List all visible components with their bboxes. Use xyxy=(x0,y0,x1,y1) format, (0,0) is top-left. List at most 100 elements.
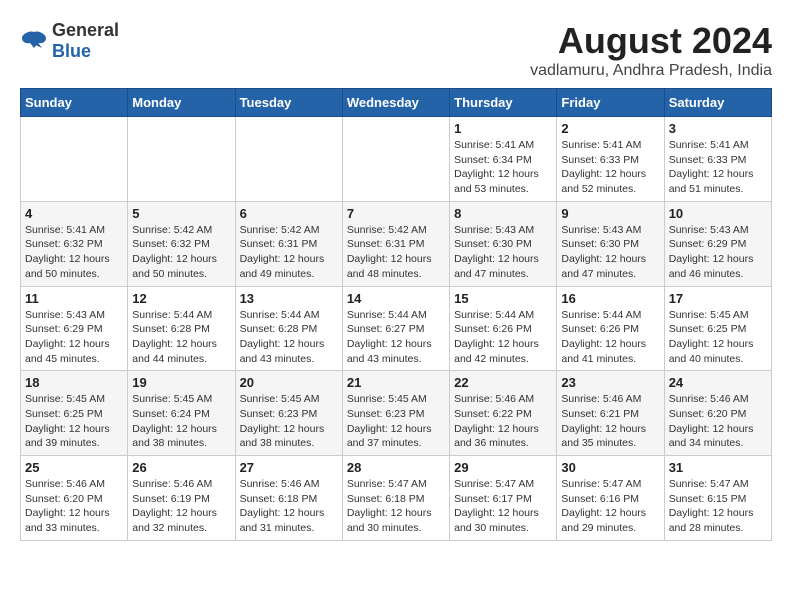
day-info: Sunrise: 5:46 AM Sunset: 6:22 PM Dayligh… xyxy=(454,392,552,451)
calendar-cell: 22 Sunrise: 5:46 AM Sunset: 6:22 PM Dayli… xyxy=(450,371,557,456)
day-number: 23 xyxy=(561,375,659,390)
calendar-cell: 19 Sunrise: 5:45 AM Sunset: 6:24 PM Dayli… xyxy=(128,371,235,456)
day-info: Sunrise: 5:46 AM Sunset: 6:21 PM Dayligh… xyxy=(561,392,659,451)
logo: General Blue xyxy=(20,20,119,62)
calendar-cell: 18 Sunrise: 5:45 AM Sunset: 6:25 PM Dayli… xyxy=(21,371,128,456)
day-info: Sunrise: 5:44 AM Sunset: 6:26 PM Dayligh… xyxy=(561,308,659,367)
day-number: 29 xyxy=(454,460,552,475)
day-number: 27 xyxy=(240,460,338,475)
day-info: Sunrise: 5:45 AM Sunset: 6:23 PM Dayligh… xyxy=(240,392,338,451)
day-info: Sunrise: 5:45 AM Sunset: 6:23 PM Dayligh… xyxy=(347,392,445,451)
day-number: 9 xyxy=(561,206,659,221)
calendar-cell: 9 Sunrise: 5:43 AM Sunset: 6:30 PM Daylig… xyxy=(557,201,664,286)
calendar-cell xyxy=(342,117,449,202)
calendar-cell: 26 Sunrise: 5:46 AM Sunset: 6:19 PM Dayli… xyxy=(128,456,235,541)
calendar-table: SundayMondayTuesdayWednesdayThursdayFrid… xyxy=(20,88,772,541)
day-info: Sunrise: 5:43 AM Sunset: 6:29 PM Dayligh… xyxy=(669,223,767,282)
calendar-cell xyxy=(235,117,342,202)
logo-text: General Blue xyxy=(52,20,119,62)
day-info: Sunrise: 5:46 AM Sunset: 6:18 PM Dayligh… xyxy=(240,477,338,536)
calendar-week-4: 25 Sunrise: 5:46 AM Sunset: 6:20 PM Dayli… xyxy=(21,456,772,541)
day-info: Sunrise: 5:47 AM Sunset: 6:16 PM Dayligh… xyxy=(561,477,659,536)
location-text: vadlamuru, Andhra Pradesh, India xyxy=(530,62,772,80)
day-info: Sunrise: 5:46 AM Sunset: 6:20 PM Dayligh… xyxy=(669,392,767,451)
calendar-cell: 28 Sunrise: 5:47 AM Sunset: 6:18 PM Dayli… xyxy=(342,456,449,541)
day-number: 3 xyxy=(669,121,767,136)
calendar-cell: 21 Sunrise: 5:45 AM Sunset: 6:23 PM Dayli… xyxy=(342,371,449,456)
day-number: 13 xyxy=(240,291,338,306)
day-header-wednesday: Wednesday xyxy=(342,89,449,117)
day-number: 6 xyxy=(240,206,338,221)
month-year-title: August 2024 xyxy=(530,20,772,62)
logo-general: General xyxy=(52,20,119,40)
day-info: Sunrise: 5:45 AM Sunset: 6:24 PM Dayligh… xyxy=(132,392,230,451)
calendar-cell: 27 Sunrise: 5:46 AM Sunset: 6:18 PM Dayli… xyxy=(235,456,342,541)
calendar-cell: 16 Sunrise: 5:44 AM Sunset: 6:26 PM Dayli… xyxy=(557,286,664,371)
day-number: 5 xyxy=(132,206,230,221)
day-number: 7 xyxy=(347,206,445,221)
calendar-cell: 20Sunrise: 5:45 AM Sunset: 6:23 PM Dayli… xyxy=(235,371,342,456)
calendar-cell: 31Sunrise: 5:47 AM Sunset: 6:15 PM Dayli… xyxy=(664,456,771,541)
day-info: Sunrise: 5:41 AM Sunset: 6:34 PM Dayligh… xyxy=(454,138,552,197)
day-number: 16 xyxy=(561,291,659,306)
day-info: Sunrise: 5:43 AM Sunset: 6:30 PM Dayligh… xyxy=(454,223,552,282)
calendar-cell: 13 Sunrise: 5:44 AM Sunset: 6:28 PM Dayli… xyxy=(235,286,342,371)
day-number: 2 xyxy=(561,121,659,136)
day-number: 22 xyxy=(454,375,552,390)
calendar-week-3: 18 Sunrise: 5:45 AM Sunset: 6:25 PM Dayli… xyxy=(21,371,772,456)
calendar-cell: 17Sunrise: 5:45 AM Sunset: 6:25 PM Dayli… xyxy=(664,286,771,371)
day-info: Sunrise: 5:44 AM Sunset: 6:26 PM Dayligh… xyxy=(454,308,552,367)
day-number: 10 xyxy=(669,206,767,221)
day-number: 25 xyxy=(25,460,123,475)
calendar-cell: 5Sunrise: 5:42 AM Sunset: 6:32 PM Daylig… xyxy=(128,201,235,286)
day-number: 14 xyxy=(347,291,445,306)
calendar-cell: 12Sunrise: 5:44 AM Sunset: 6:28 PM Dayli… xyxy=(128,286,235,371)
day-number: 21 xyxy=(347,375,445,390)
day-number: 8 xyxy=(454,206,552,221)
logo-blue: Blue xyxy=(52,41,91,61)
day-number: 4 xyxy=(25,206,123,221)
day-number: 18 xyxy=(25,375,123,390)
day-info: Sunrise: 5:45 AM Sunset: 6:25 PM Dayligh… xyxy=(25,392,123,451)
day-number: 26 xyxy=(132,460,230,475)
calendar-body: 1 Sunrise: 5:41 AM Sunset: 6:34 PM Daylig… xyxy=(21,117,772,541)
day-number: 28 xyxy=(347,460,445,475)
calendar-cell: 7 Sunrise: 5:42 AM Sunset: 6:31 PM Daylig… xyxy=(342,201,449,286)
day-number: 12 xyxy=(132,291,230,306)
day-number: 11 xyxy=(25,291,123,306)
day-number: 1 xyxy=(454,121,552,136)
calendar-week-1: 4Sunrise: 5:41 AM Sunset: 6:32 PM Daylig… xyxy=(21,201,772,286)
day-info: Sunrise: 5:42 AM Sunset: 6:31 PM Dayligh… xyxy=(240,223,338,282)
calendar-cell xyxy=(128,117,235,202)
day-number: 19 xyxy=(132,375,230,390)
day-info: Sunrise: 5:41 AM Sunset: 6:33 PM Dayligh… xyxy=(561,138,659,197)
day-number: 30 xyxy=(561,460,659,475)
day-info: Sunrise: 5:46 AM Sunset: 6:20 PM Dayligh… xyxy=(25,477,123,536)
calendar-cell xyxy=(21,117,128,202)
calendar-cell: 25 Sunrise: 5:46 AM Sunset: 6:20 PM Dayli… xyxy=(21,456,128,541)
calendar-cell: 10 Sunrise: 5:43 AM Sunset: 6:29 PM Dayli… xyxy=(664,201,771,286)
day-info: Sunrise: 5:43 AM Sunset: 6:29 PM Dayligh… xyxy=(25,308,123,367)
day-header-saturday: Saturday xyxy=(664,89,771,117)
calendar-week-0: 1 Sunrise: 5:41 AM Sunset: 6:34 PM Daylig… xyxy=(21,117,772,202)
calendar-cell: 1 Sunrise: 5:41 AM Sunset: 6:34 PM Daylig… xyxy=(450,117,557,202)
day-header-tuesday: Tuesday xyxy=(235,89,342,117)
day-info: Sunrise: 5:42 AM Sunset: 6:31 PM Dayligh… xyxy=(347,223,445,282)
calendar-week-2: 11 Sunrise: 5:43 AM Sunset: 6:29 PM Dayli… xyxy=(21,286,772,371)
day-info: Sunrise: 5:47 AM Sunset: 6:18 PM Dayligh… xyxy=(347,477,445,536)
calendar-cell: 11 Sunrise: 5:43 AM Sunset: 6:29 PM Dayli… xyxy=(21,286,128,371)
day-number: 31 xyxy=(669,460,767,475)
calendar-cell: 6 Sunrise: 5:42 AM Sunset: 6:31 PM Daylig… xyxy=(235,201,342,286)
calendar-cell: 2 Sunrise: 5:41 AM Sunset: 6:33 PM Daylig… xyxy=(557,117,664,202)
calendar-cell: 3Sunrise: 5:41 AM Sunset: 6:33 PM Daylig… xyxy=(664,117,771,202)
title-block: August 2024 vadlamuru, Andhra Pradesh, I… xyxy=(530,20,772,80)
day-number: 15 xyxy=(454,291,552,306)
day-info: Sunrise: 5:44 AM Sunset: 6:28 PM Dayligh… xyxy=(240,308,338,367)
day-number: 24 xyxy=(669,375,767,390)
calendar-cell: 15 Sunrise: 5:44 AM Sunset: 6:26 PM Dayli… xyxy=(450,286,557,371)
calendar-cell: 24 Sunrise: 5:46 AM Sunset: 6:20 PM Dayli… xyxy=(664,371,771,456)
day-info: Sunrise: 5:46 AM Sunset: 6:19 PM Dayligh… xyxy=(132,477,230,536)
day-info: Sunrise: 5:45 AM Sunset: 6:25 PM Dayligh… xyxy=(669,308,767,367)
day-info: Sunrise: 5:43 AM Sunset: 6:30 PM Dayligh… xyxy=(561,223,659,282)
calendar-cell: 4Sunrise: 5:41 AM Sunset: 6:32 PM Daylig… xyxy=(21,201,128,286)
